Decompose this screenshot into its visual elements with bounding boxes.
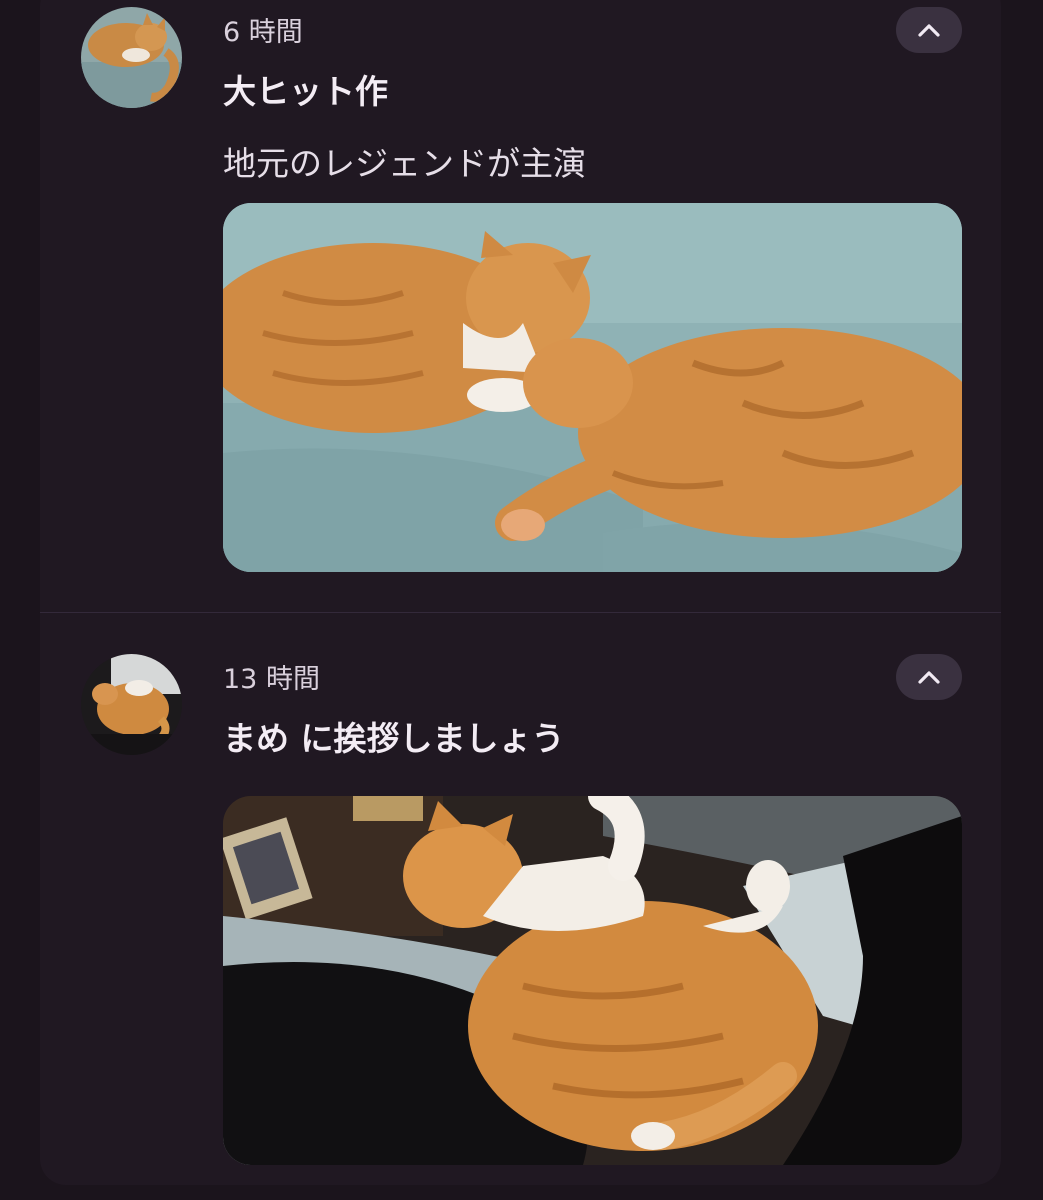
post-title: まめ に挨拶しましょう [223,719,565,758]
post-body: 地元のレジェンドが主演 [223,144,586,183]
post-divider [40,612,1001,613]
post-time: 13 時間 [223,664,320,695]
post-title: 大ヒット作 [223,72,388,111]
post-photo[interactable] [223,203,962,572]
collapse-button[interactable] [896,654,962,700]
collapse-button[interactable] [896,7,962,53]
feed-panel: 6 時間 大ヒット作 地元のレジェンドが主演 13 時間 まめ に挨拶しましょう [40,0,1001,1185]
cat-on-lap-photo [223,796,962,1165]
chevron-up-icon [918,24,940,37]
post-time: 6 時間 [223,17,303,48]
two-cats-on-sofa-photo [223,203,962,572]
avatar[interactable] [81,654,182,755]
chevron-up-icon [918,671,940,684]
post-photo[interactable] [223,796,962,1165]
avatar[interactable] [81,7,182,108]
